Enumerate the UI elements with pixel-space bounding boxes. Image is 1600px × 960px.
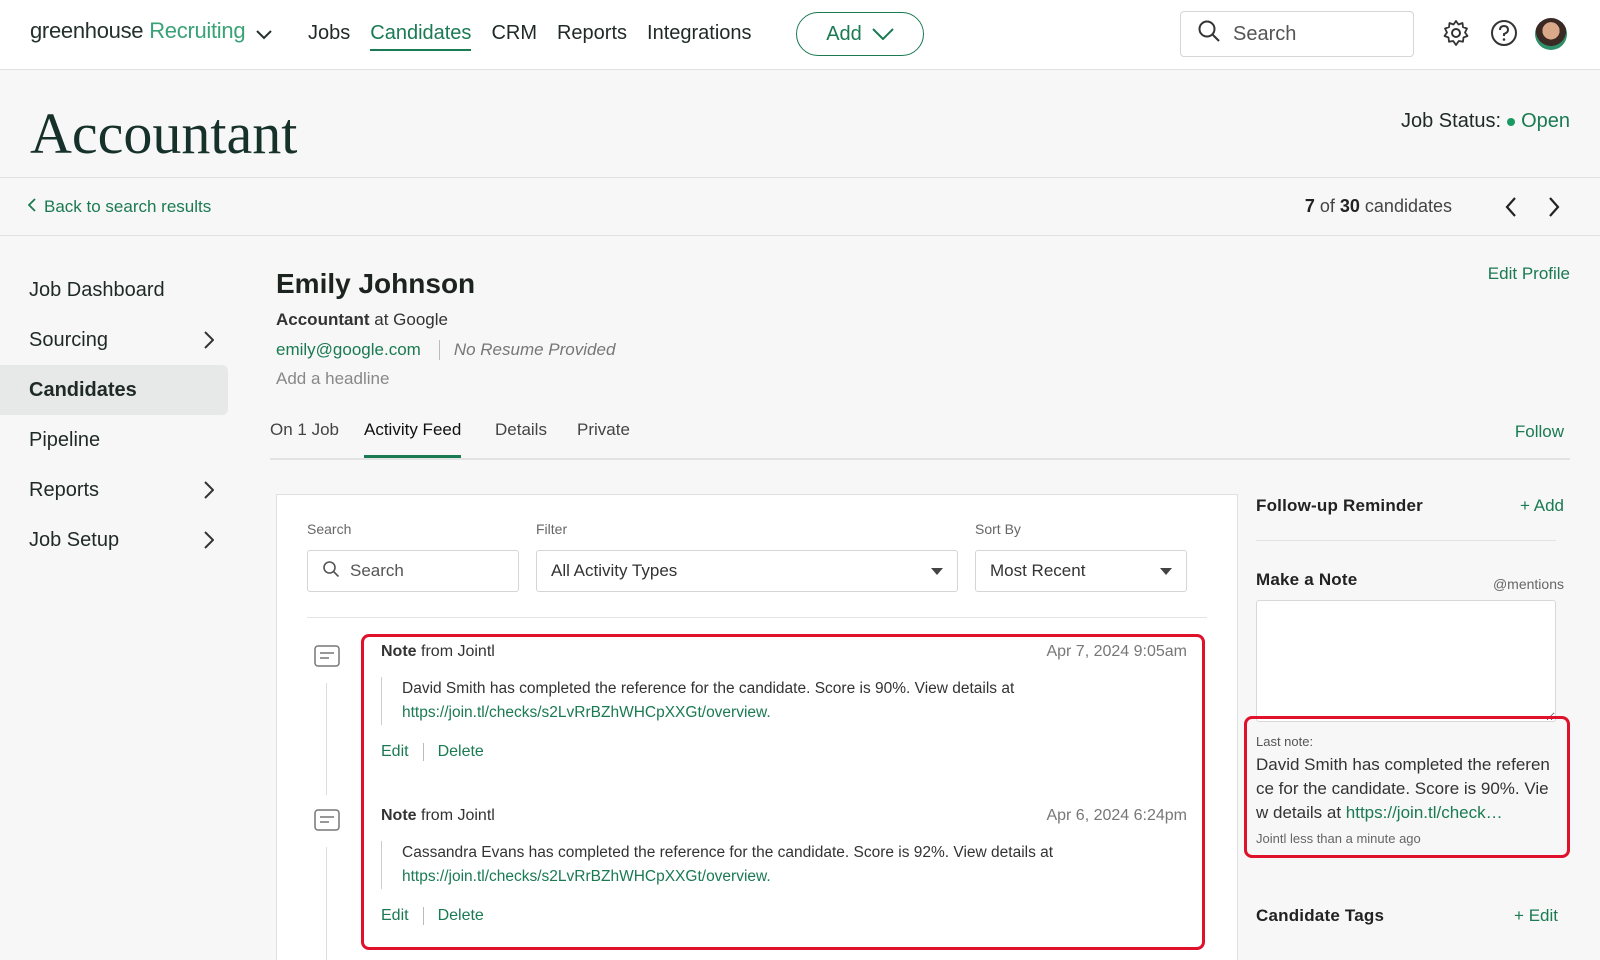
global-search-input[interactable]: Search [1180,11,1414,57]
status-dot-icon [1507,117,1516,126]
job-status: Job Status: Open [1401,110,1570,133]
brand-logo[interactable]: greenhouse Recruiting [30,18,272,44]
sidebar-item-label: Candidates [29,378,137,401]
sidebar-item-label: Sourcing [29,328,108,351]
tab-details[interactable]: Details [495,420,547,455]
note-textarea[interactable] [1256,600,1556,722]
divider [1256,540,1556,541]
sort-label: Sort By [975,521,1021,537]
search-icon [322,560,340,583]
help-icon[interactable] [1490,19,1518,52]
candidate-tabs: On 1 Job Activity Feed Details Private F… [270,406,1570,460]
activity-type-select[interactable]: All Activity Types [536,550,958,592]
activity-feed-panel: Search Search Filter All Activity Types … [276,494,1238,960]
job-status-label: Job Status: [1401,110,1502,132]
job-status-value: Open [1521,110,1570,132]
nav-crm[interactable]: CRM [491,22,537,51]
follow-link[interactable]: Follow [1515,422,1564,442]
sidebar-item-reports[interactable]: Reports [0,465,228,515]
sort-value: Most Recent [990,561,1086,580]
chevron-down-icon[interactable] [256,20,272,46]
activity-search-placeholder: Search [350,561,404,580]
tab-on-1-job[interactable]: On 1 Job [270,420,339,455]
avatar[interactable] [1535,18,1567,50]
candidate-email-link[interactable]: emily@google.com [276,340,421,360]
main-nav: Jobs Candidates CRM Reports Integrations [308,22,772,51]
caret-down-icon [1160,568,1172,575]
back-to-results-link[interactable]: Back to search results [27,197,212,217]
sidebar-item-label: Pipeline [29,428,101,451]
page-title: Accountant [30,101,298,166]
edit-profile-link[interactable]: Edit Profile [1488,264,1570,284]
add-headline-field[interactable]: Add a headline [276,369,389,389]
add-reminder-link[interactable]: + Add [1520,496,1564,516]
candidate-side-panel: Follow-up Reminder + Add Make a Note @me… [1232,494,1570,960]
divider [307,617,1207,618]
top-nav: greenhouse Recruiting Jobs Candidates CRM… [0,0,1600,70]
pager-total: 30 [1339,196,1360,216]
candidate-contact: emily@google.com No Resume Provided [276,340,615,360]
timeline-line [326,847,327,960]
back-link-label: Back to search results [44,197,212,216]
brand-name: greenhouse [30,18,144,43]
sidebar-item-job-setup[interactable]: Job Setup [0,515,228,565]
search-placeholder: Search [1233,22,1297,45]
nav-jobs[interactable]: Jobs [308,22,350,51]
make-a-note-title: Make a Note [1256,570,1358,589]
gear-icon[interactable] [1442,19,1470,52]
tab-private[interactable]: Private [577,420,630,455]
chevron-right-icon [204,481,215,505]
candidate-name: Emily Johnson [276,268,476,299]
resume-status: No Resume Provided [453,340,616,359]
candidate-company: at Google [374,310,448,329]
sort-select[interactable]: Most Recent [975,550,1187,592]
follow-up-reminder-title: Follow-up Reminder [1256,496,1423,515]
chevron-right-icon [204,531,215,555]
timeline-line [326,683,327,795]
chevron-right-icon [204,331,215,355]
candidate-job-line: Accountant at Google [276,310,448,330]
divider [438,340,440,360]
chevron-down-icon [872,23,894,46]
tab-activity-feed[interactable]: Activity Feed [364,420,462,458]
chevron-left-icon [27,197,36,217]
sidebar-item-sourcing[interactable]: Sourcing [0,315,228,365]
candidate-pager: 7 of 30 candidates [1305,196,1452,217]
mentions-hint: @mentions [1492,576,1564,592]
next-candidate-icon[interactable] [1548,196,1560,223]
sidebar-item-label: Job Dashboard [29,278,165,301]
job-sidebar: Job Dashboard Sourcing Candidates Pipeli… [0,265,228,565]
nav-candidates[interactable]: Candidates [370,22,472,51]
activity-type-value: All Activity Types [551,561,678,580]
candidate-tags-title: Candidate Tags [1256,906,1385,925]
highlight-box [361,634,1205,950]
previous-candidate-icon[interactable] [1505,196,1517,223]
highlight-box [1244,716,1570,858]
candidate-title: Accountant [276,310,370,329]
sidebar-item-pipeline[interactable]: Pipeline [0,415,228,465]
brand-product: Recruiting [149,18,246,43]
results-bar: Back to search results 7 of 30 candidate… [0,178,1600,236]
sidebar-item-job-dashboard[interactable]: Job Dashboard [0,265,228,315]
sidebar-item-label: Reports [29,478,100,501]
search-label: Search [307,521,352,537]
add-button-label: Add [826,22,862,45]
search-icon [1197,19,1221,49]
nav-reports[interactable]: Reports [557,22,627,51]
note-icon [314,645,340,672]
sidebar-item-candidates[interactable]: Candidates [0,365,228,415]
activity-search-input[interactable]: Search [307,550,519,592]
pager-current: 7 [1304,196,1315,216]
caret-down-icon [931,568,943,575]
pager-of: of [1319,196,1335,216]
page-header: Accountant Job Status: Open [0,70,1600,178]
candidate-main: Emily Johnson Edit Profile Accountant at… [270,236,1570,960]
nav-integrations[interactable]: Integrations [647,22,752,51]
pager-suffix: candidates [1364,196,1452,216]
note-icon [314,809,340,836]
add-button[interactable]: Add [796,12,924,56]
filter-label: Filter [536,521,568,537]
edit-tags-link[interactable]: + Edit [1514,906,1558,926]
sidebar-item-label: Job Setup [29,528,120,551]
